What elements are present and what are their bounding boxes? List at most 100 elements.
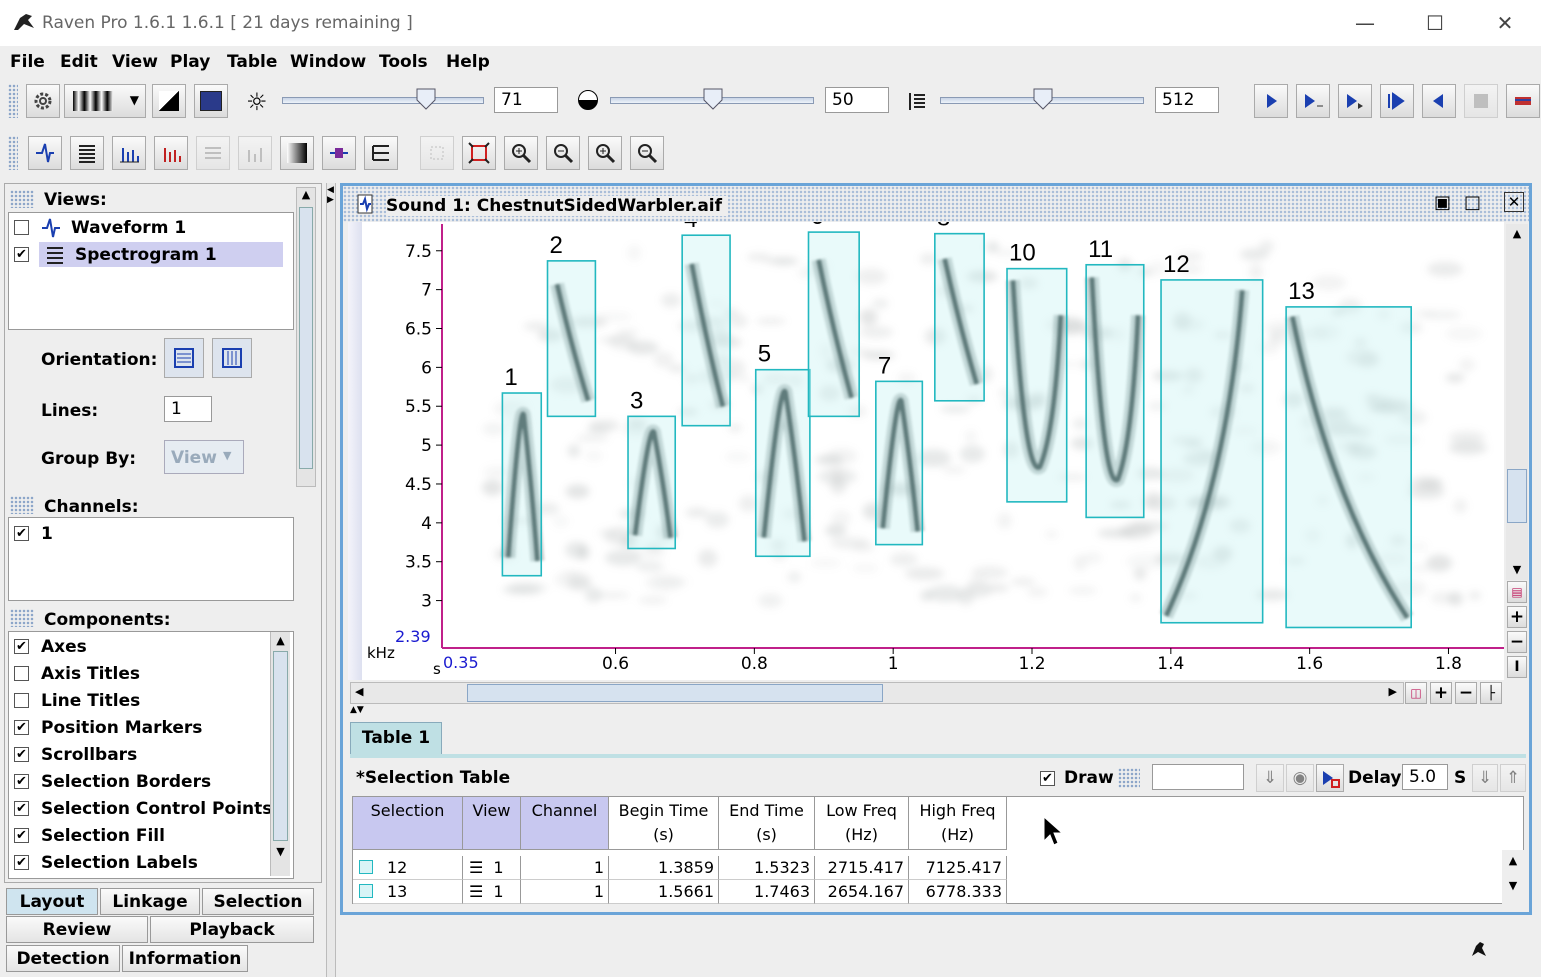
column-header[interactable]: Channel	[521, 797, 609, 850]
component-item[interactable]: Axis Titles	[14, 660, 272, 687]
scroll-up-icon[interactable]: ▲	[1502, 854, 1524, 867]
color-scheme-button[interactable]	[280, 136, 314, 170]
table-view-button[interactable]	[364, 136, 398, 170]
colormap-select[interactable]: ▼	[64, 84, 146, 118]
tab-detection[interactable]: Detection	[6, 945, 120, 972]
selection-spectrogram-button[interactable]	[322, 136, 356, 170]
collapse-left-icon[interactable]: ◀	[327, 185, 335, 195]
time-zoom-fit-button[interactable]: ◫	[1405, 682, 1427, 704]
table-cell[interactable]: 12	[353, 856, 463, 880]
freq-zoom-fit-button[interactable]: ▤	[1507, 581, 1527, 603]
play-selection-button[interactable]	[1296, 84, 1330, 118]
vertical-scroll-thumb[interactable]	[1507, 469, 1527, 523]
maximize-window-icon[interactable]: □	[1464, 192, 1481, 213]
selection-box[interactable]	[807, 231, 860, 418]
brightness-slider[interactable]	[282, 97, 484, 104]
time-zoom-in-button[interactable]: +	[1430, 682, 1452, 704]
freq-full-button[interactable]: I	[1507, 656, 1527, 678]
settings-button[interactable]	[26, 84, 60, 118]
table-cell[interactable]: 2715.417	[815, 856, 909, 880]
freq-zoom-in-button[interactable]: +	[1507, 606, 1527, 628]
column-header[interactable]: Low Freq (Hz)	[815, 797, 909, 850]
play-reverse-button[interactable]	[1422, 84, 1456, 118]
selection-box[interactable]	[875, 380, 924, 546]
lines-field[interactable]: 1	[164, 396, 212, 422]
selection-box[interactable]	[754, 368, 811, 558]
selection-box[interactable]	[681, 234, 731, 427]
menu-tools[interactable]: Tools	[379, 52, 428, 72]
component-item[interactable]: ✔ Axes	[14, 633, 272, 660]
minimize-button[interactable]: —	[1330, 0, 1400, 46]
new-correlation-view-button[interactable]	[196, 136, 230, 170]
component-item[interactable]: ✔ Selection Fill	[14, 822, 272, 849]
selection-box[interactable]	[546, 260, 597, 418]
orientation-vertical-button[interactable]	[212, 338, 252, 378]
new-spectrum-slice-button[interactable]	[154, 136, 188, 170]
selection-box[interactable]	[934, 232, 985, 402]
tab-layout[interactable]: Layout	[6, 888, 98, 915]
record-button[interactable]	[1506, 84, 1540, 118]
expand-right-icon[interactable]: ▶	[327, 195, 335, 205]
invert-colormap-button[interactable]	[152, 84, 186, 118]
time-zoom-out-button[interactable]: −	[1455, 682, 1477, 704]
draw-checkbox[interactable]: ✔	[1040, 771, 1055, 786]
splitter-arrows-icon[interactable]: ▲▼	[350, 705, 364, 715]
component-item[interactable]: ✔ Position Markers	[14, 714, 272, 741]
column-header[interactable]: Begin Time (s)	[609, 797, 719, 850]
component-checkbox[interactable]	[14, 666, 29, 681]
component-checkbox[interactable]	[14, 693, 29, 708]
zoom-out-frequency-button[interactable]	[630, 136, 664, 170]
table-search-field[interactable]	[1152, 764, 1244, 790]
table-cell[interactable]: 1	[521, 856, 609, 880]
spectrogram-checkbox[interactable]: ✔	[14, 247, 29, 262]
menu-view[interactable]: View	[112, 52, 158, 72]
new-histogram-button[interactable]	[238, 136, 272, 170]
waveform-checkbox[interactable]	[14, 220, 29, 235]
scroll-down-icon[interactable]: ▼	[1502, 879, 1524, 892]
table-cell[interactable]: 1.5323	[719, 856, 815, 880]
freq-zoom-out-button[interactable]: −	[1507, 631, 1527, 653]
scroll-thumb[interactable]	[299, 207, 313, 469]
component-item[interactable]: ✔ Selection Labels	[14, 849, 272, 876]
column-header[interactable]: High Freq (Hz)	[909, 797, 1007, 850]
menu-table[interactable]: Table	[227, 52, 277, 72]
scroll-left-icon[interactable]: ◀	[355, 685, 363, 698]
fft-size-field[interactable]: 512	[1155, 87, 1219, 113]
component-checkbox[interactable]: ✔	[14, 801, 29, 816]
minimize-window-icon[interactable]: ▣	[1434, 192, 1451, 213]
table-cell[interactable]: 6778.333	[909, 880, 1007, 904]
selection-box[interactable]	[1085, 263, 1145, 519]
spectrogram-plot[interactable]: 1234567810111213 7.576.565.554.543.53 0.…	[348, 222, 1504, 680]
scroll-up-icon[interactable]: ▲	[1506, 224, 1528, 244]
channel-checkbox[interactable]: ✔	[14, 526, 29, 541]
selection-box[interactable]	[1160, 279, 1264, 624]
vertical-scrollbar[interactable]: ▲ ▼	[1506, 224, 1528, 580]
table-cell[interactable]: 1	[521, 880, 609, 904]
play-button[interactable]	[1254, 84, 1288, 118]
tab-information[interactable]: Information	[122, 945, 248, 972]
scroll-up-icon[interactable]: ▲	[271, 634, 290, 647]
components-scrollbar[interactable]: ▲ ▼	[270, 632, 290, 876]
views-scrollbar[interactable]: ▲	[296, 187, 316, 487]
new-spectrogram-view-button[interactable]	[70, 136, 104, 170]
table-cell[interactable]: 1.5661	[609, 880, 719, 904]
center-selection-button[interactable]: ◉	[1286, 764, 1314, 792]
table-scrollbar[interactable]: ▲ ▼	[1502, 850, 1524, 904]
table-cell[interactable]: 1.3859	[609, 856, 719, 880]
play-table-selection-button[interactable]	[1316, 764, 1344, 792]
new-spectrum-view-button[interactable]	[112, 136, 146, 170]
toolbar-grip[interactable]	[8, 84, 18, 118]
scroll-down-icon[interactable]: ▼	[271, 845, 290, 858]
zoom-in-time-button[interactable]	[504, 136, 538, 170]
next-row-button[interactable]: ⇓	[1472, 764, 1498, 792]
component-checkbox[interactable]: ✔	[14, 774, 29, 789]
brightness-field[interactable]: 71	[494, 87, 558, 113]
zoom-fit-disabled-button[interactable]	[420, 136, 454, 170]
close-button[interactable]: ✕	[1470, 0, 1540, 46]
delay-field[interactable]: 5.0	[1402, 764, 1448, 790]
menu-play[interactable]: Play	[170, 52, 210, 72]
menu-file[interactable]: File	[10, 52, 45, 72]
play-forward-button[interactable]	[1338, 84, 1372, 118]
contrast-slider-thumb[interactable]	[703, 88, 723, 110]
tab-linkage[interactable]: Linkage	[100, 888, 200, 915]
